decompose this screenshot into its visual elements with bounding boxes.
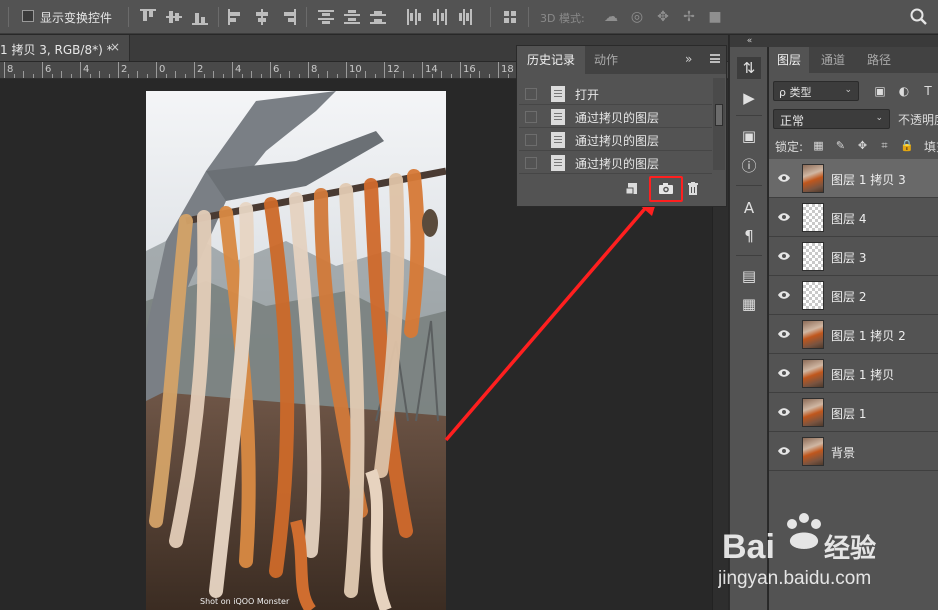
fill-label: 填充: [924, 140, 938, 154]
history-state-icon: [551, 109, 565, 125]
divider: [736, 115, 762, 116]
expand-panel-icon[interactable]: »: [685, 52, 692, 66]
layer-row[interactable]: 背景: [769, 432, 938, 471]
delete-trash-icon[interactable]: [683, 179, 703, 199]
layer-name: 图层 1: [831, 407, 867, 421]
divider: [736, 185, 762, 186]
history-panel-tabs: 历史记录 动作 »: [517, 46, 726, 74]
layer-thumbnail: [802, 359, 824, 388]
tab-paths[interactable]: 路径: [859, 47, 899, 73]
blend-mode-value: 正常: [780, 114, 805, 128]
history-state-icon: [551, 86, 565, 102]
history-entry[interactable]: 通过拷贝的图层: [519, 129, 712, 151]
blend-mode-select[interactable]: 正常 ⌄: [773, 109, 890, 129]
chevron-down-icon: ⌄: [844, 85, 852, 95]
layer-thumbnail: [802, 242, 824, 271]
history-panel: 历史记录 动作 » 打开 通过拷贝的图层 通过拷贝的图层 通过拷贝的图层: [516, 45, 727, 207]
history-entry-label: 通过拷贝的图层: [575, 111, 660, 125]
tab-layers[interactable]: 图层: [769, 47, 810, 73]
layer-row[interactable]: 图层 3: [769, 237, 938, 276]
history-scrollbar[interactable]: [713, 78, 725, 170]
history-footer: [517, 176, 726, 204]
baidu-brand-text: Bai: [722, 528, 775, 566]
tab-actions[interactable]: 动作: [584, 46, 628, 74]
history-entry-label: 打开: [575, 88, 600, 102]
layer-thumbnail: [802, 281, 824, 310]
history-source-checkbox[interactable]: [525, 88, 537, 100]
layer-name: 图层 1 拷贝: [831, 368, 895, 382]
layer-row[interactable]: 图层 1 拷贝 2: [769, 315, 938, 354]
visibility-eye-icon[interactable]: [777, 328, 791, 338]
layer-name: 图层 1 拷贝 3: [831, 173, 906, 187]
layer-thumbnail: [802, 437, 824, 466]
divider: [736, 255, 762, 256]
history-state-icon: [551, 155, 565, 171]
lock-artboard-icon[interactable]: ⌗: [878, 139, 891, 152]
layer-row[interactable]: 图层 1 拷贝 3: [769, 159, 938, 198]
history-entry[interactable]: 打开: [519, 83, 712, 105]
lock-move-icon[interactable]: ✥: [856, 139, 869, 152]
filter-type-icon[interactable]: T: [920, 83, 936, 99]
cube-icon[interactable]: ▣: [737, 125, 761, 147]
play-icon[interactable]: ▶: [737, 87, 761, 109]
lock-label: 锁定:: [775, 140, 804, 154]
visibility-eye-icon[interactable]: [777, 250, 791, 260]
baidu-brand-suffix: 经验: [824, 533, 876, 564]
layer-row[interactable]: 图层 4: [769, 198, 938, 237]
info-icon[interactable]: ⓘ: [737, 155, 761, 177]
notes-icon[interactable]: ▦: [737, 293, 761, 315]
layer-name: 图层 1 拷贝 2: [831, 329, 906, 343]
layer-row[interactable]: 图层 1: [769, 393, 938, 432]
panel-header-strip: [769, 35, 938, 47]
visibility-eye-icon[interactable]: [777, 172, 791, 182]
layer-name: 图层 4: [831, 212, 867, 226]
history-source-checkbox[interactable]: [525, 111, 537, 123]
chevron-down-icon: ⌄: [875, 113, 883, 123]
kind-filter-select[interactable]: ρ 类型 ⌄: [773, 81, 859, 101]
history-entry[interactable]: 通过拷贝的图层: [519, 106, 712, 128]
layer-name: 图层 3: [831, 251, 867, 265]
paragraph-icon[interactable]: ¶: [737, 225, 761, 247]
kind-filter-value: ρ 类型: [779, 86, 812, 99]
layer-row[interactable]: 图层 1 拷贝: [769, 354, 938, 393]
history-entry-label: 通过拷贝的图层: [575, 157, 660, 171]
visibility-eye-icon[interactable]: [777, 406, 791, 416]
filter-pixel-icon[interactable]: ▣: [872, 83, 888, 99]
history-source-checkbox[interactable]: [525, 157, 537, 169]
layer-name: 背景: [831, 446, 856, 460]
character-icon[interactable]: A: [737, 197, 761, 219]
lock-all-icon[interactable]: 🔒: [900, 139, 914, 152]
layer-thumbnail: [802, 320, 824, 349]
layers-panel-tabs: 图层 通道 路径: [769, 47, 938, 73]
layer-row[interactable]: 图层 2: [769, 276, 938, 315]
properties-icon[interactable]: ▤: [737, 265, 761, 287]
layer-thumbnail: [802, 203, 824, 232]
panel-menu-icon[interactable]: [710, 54, 720, 63]
collapse-dock-icon[interactable]: «: [730, 35, 769, 47]
baidu-url-text: jingyan.baidu.com: [718, 568, 871, 589]
filter-adjustment-icon[interactable]: ◐: [896, 83, 912, 99]
visibility-eye-icon[interactable]: [777, 367, 791, 377]
history-entry-label: 通过拷贝的图层: [575, 134, 660, 148]
history-source-checkbox[interactable]: [525, 134, 537, 146]
layer-thumbnail: [802, 398, 824, 427]
visibility-eye-icon[interactable]: [777, 211, 791, 221]
baidu-jingyan-watermark: Bai 经验 jingyan.baidu.com: [717, 510, 938, 610]
layer-thumbnail: [802, 164, 824, 193]
history-entry[interactable]: 通过拷贝的图层: [519, 152, 712, 174]
visibility-eye-icon[interactable]: [777, 445, 791, 455]
layer-name: 图层 2: [831, 290, 867, 304]
create-snapshot-camera-icon[interactable]: [656, 179, 676, 199]
tab-channels[interactable]: 通道: [813, 47, 853, 73]
lock-transparent-icon[interactable]: ▦: [812, 139, 825, 152]
new-document-from-state-icon[interactable]: [623, 179, 643, 199]
scroll-thumb[interactable]: [715, 104, 723, 126]
lock-paint-icon[interactable]: ✎: [834, 139, 847, 152]
opacity-label: 不透明度: [898, 113, 938, 127]
tab-history[interactable]: 历史记录: [517, 46, 586, 74]
history-tool-icon[interactable]: ⇅: [737, 57, 761, 79]
history-state-icon: [551, 132, 565, 148]
visibility-eye-icon[interactable]: [777, 289, 791, 299]
